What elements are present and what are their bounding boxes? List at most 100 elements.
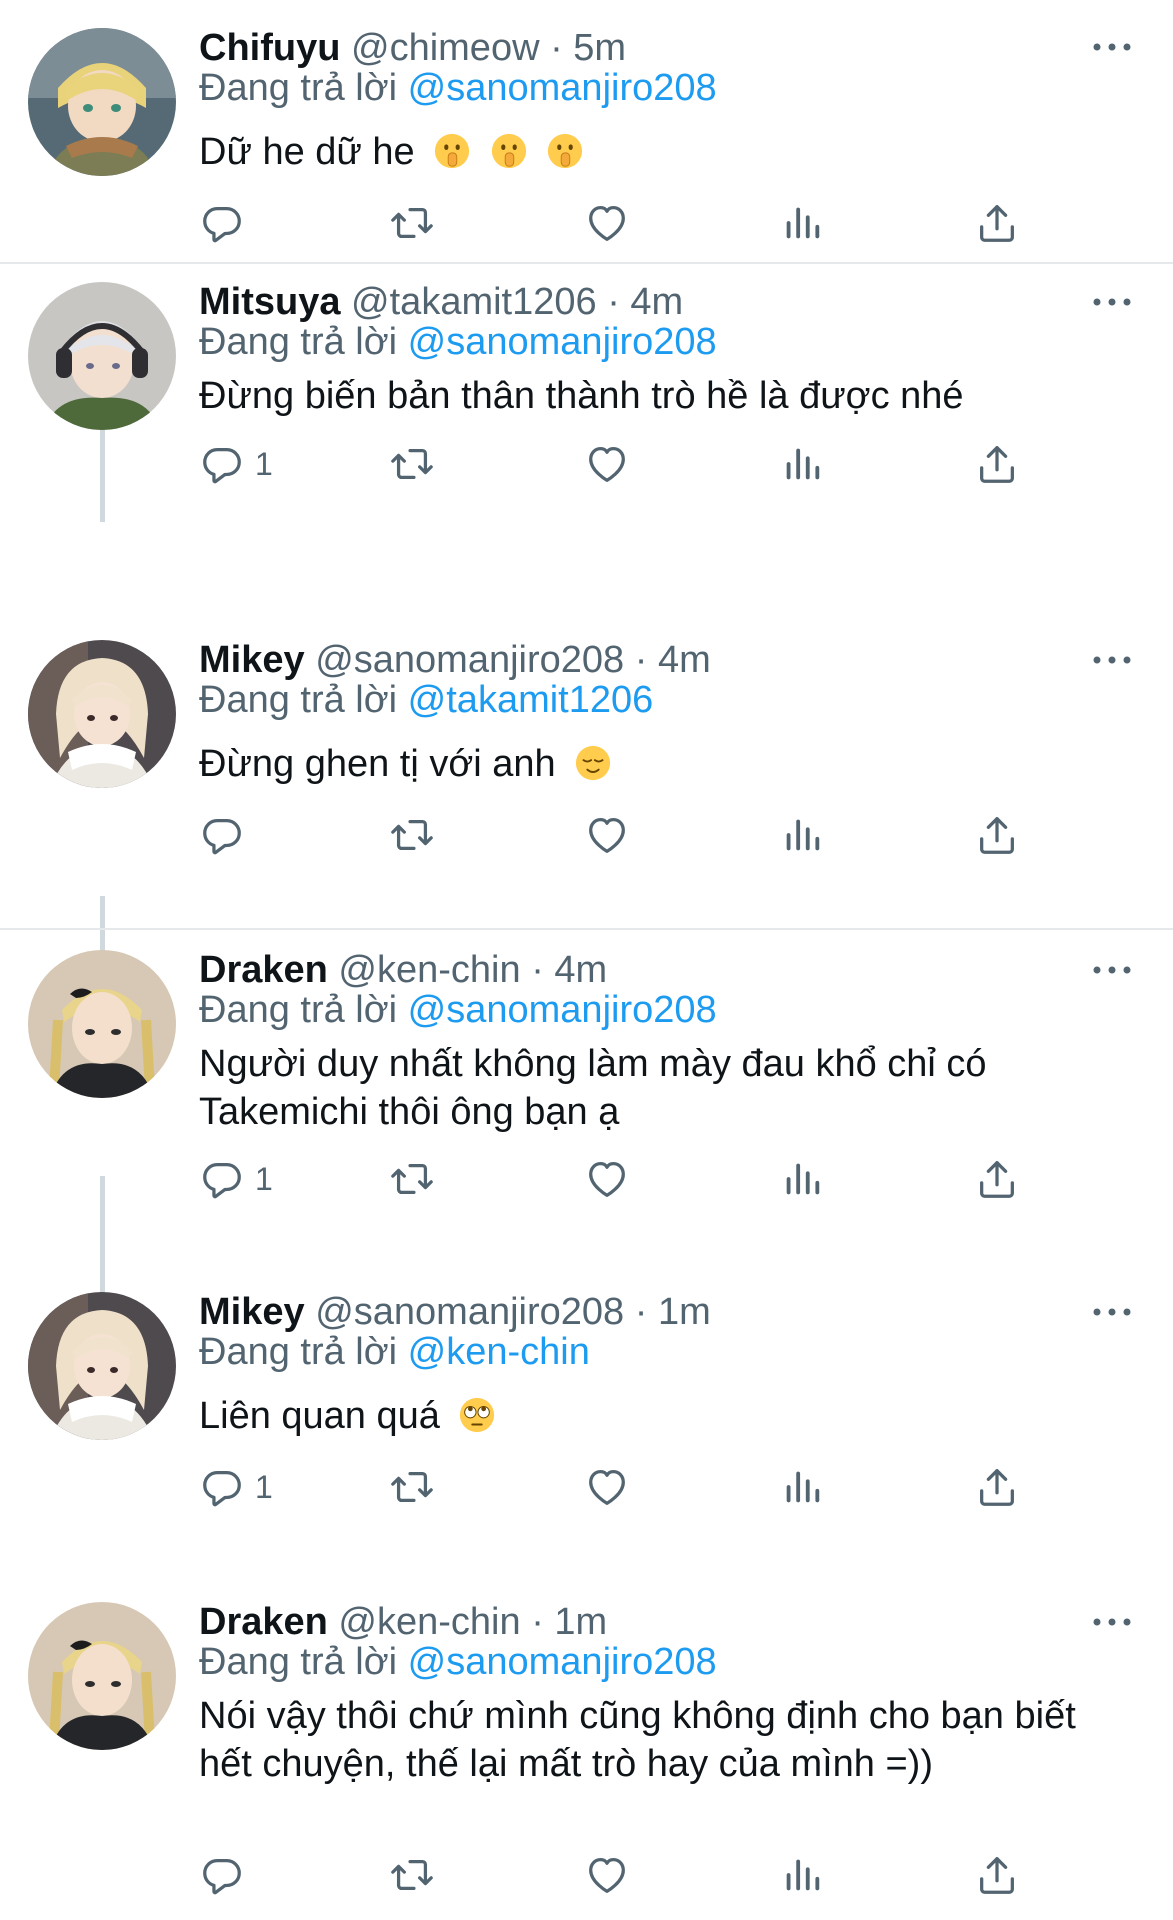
reply-button[interactable] <box>199 196 255 250</box>
tweet[interactable]: Chifuyu @chimeow · 5m Đang trả lời @sano… <box>0 0 1173 262</box>
views-button[interactable] <box>779 196 825 250</box>
tweet-text-content: Người duy nhất không làm mày đau khổ chỉ… <box>199 1043 987 1133</box>
retweet-button[interactable] <box>389 808 435 862</box>
more-options-icon[interactable] <box>1090 37 1134 57</box>
share-button[interactable] <box>974 1460 1020 1514</box>
avatar-braid-tattoo-icon <box>28 950 176 1098</box>
more-options-icon[interactable] <box>1090 1612 1134 1632</box>
share-button[interactable] <box>974 196 1020 250</box>
reply-context: Đang trả lời @ken-chin <box>199 1329 590 1375</box>
heart-icon <box>584 812 630 858</box>
display-name[interactable]: Draken <box>199 949 328 991</box>
retweet-icon <box>389 441 435 487</box>
shushing-face-icon <box>433 132 471 170</box>
reply-mention[interactable]: @sanomanjiro208 <box>408 1641 717 1683</box>
like-button[interactable] <box>584 808 630 862</box>
bar-chart-icon <box>779 812 825 858</box>
tweet[interactable]: Mikey @sanomanjiro208 · 4m Đang trả lời … <box>0 502 1173 762</box>
like-button[interactable] <box>584 437 630 491</box>
reply-button[interactable]: 1 <box>199 1460 273 1514</box>
separator-dot: · <box>634 1291 648 1333</box>
share-button[interactable] <box>974 437 1020 491</box>
share-button[interactable] <box>974 1152 1020 1206</box>
timestamp[interactable]: 4m <box>630 281 683 323</box>
tweet-text-content: Đừng biến bản thân thành trò hề là được … <box>199 375 964 417</box>
reply-count: 1 <box>255 1160 273 1197</box>
reply-button[interactable]: 1 <box>199 1152 273 1206</box>
display-name[interactable]: Draken <box>199 1601 328 1643</box>
share-button[interactable] <box>974 808 1020 862</box>
display-name[interactable]: Chifuyu <box>199 27 340 69</box>
user-handle[interactable]: @sanomanjiro208 <box>315 639 624 681</box>
reply-button[interactable]: 1 <box>199 437 273 491</box>
reply-mention[interactable]: @sanomanjiro208 <box>408 321 717 363</box>
tweet-text: Nói vậy thôi chứ mình cũng không định ch… <box>199 1692 1099 1788</box>
avatar[interactable] <box>28 1292 176 1440</box>
heart-icon <box>584 1852 630 1898</box>
retweet-button[interactable] <box>389 1848 435 1902</box>
reply-button[interactable] <box>199 808 255 862</box>
timestamp[interactable]: 4m <box>554 949 607 991</box>
timestamp[interactable]: 5m <box>573 27 626 69</box>
share-button[interactable] <box>974 1848 1020 1902</box>
action-bar <box>199 808 1029 862</box>
tweet[interactable]: Draken @ken-chin · 1m Đang trả lời @sano… <box>0 1601 1173 1920</box>
tweet[interactable]: Mitsuya @takamit1206 · 4m Đang trả lời @… <box>0 262 1173 502</box>
reply-mention[interactable]: @ken-chin <box>408 1331 590 1373</box>
retweet-button[interactable] <box>389 437 435 491</box>
user-handle[interactable]: @ken-chin <box>338 949 520 991</box>
user-handle[interactable]: @chimeow <box>351 27 540 69</box>
avatar[interactable] <box>28 640 176 788</box>
avatar[interactable] <box>28 282 176 430</box>
user-handle[interactable]: @sanomanjiro208 <box>315 1291 624 1333</box>
user-handle[interactable]: @takamit1206 <box>351 281 597 323</box>
reply-mention[interactable]: @sanomanjiro208 <box>408 989 717 1031</box>
like-button[interactable] <box>584 196 630 250</box>
like-button[interactable] <box>584 1848 630 1902</box>
shushing-face-icon <box>546 132 584 170</box>
avatar[interactable] <box>28 1602 176 1750</box>
retweet-button[interactable] <box>389 1460 435 1514</box>
avatar[interactable] <box>28 28 176 176</box>
avatar[interactable] <box>28 950 176 1098</box>
heart-icon <box>584 1464 630 1510</box>
more-options-icon[interactable] <box>1090 650 1134 670</box>
separator-dot: · <box>531 949 544 991</box>
bar-chart-icon <box>779 1464 825 1510</box>
tweet-text: Đừng ghen tị với anh <box>199 740 1099 788</box>
retweet-button[interactable] <box>389 196 435 250</box>
timestamp[interactable]: 1m <box>554 1601 607 1643</box>
views-button[interactable] <box>779 437 825 491</box>
reply-button[interactable] <box>199 1848 255 1902</box>
timestamp[interactable]: 4m <box>658 639 711 681</box>
views-button[interactable] <box>779 808 825 862</box>
views-button[interactable] <box>779 1848 825 1902</box>
user-handle[interactable]: @ken-chin <box>338 1601 520 1643</box>
action-bar <box>199 1848 1029 1902</box>
display-name[interactable]: Mikey <box>199 639 305 681</box>
display-name[interactable]: Mitsuya <box>199 281 340 323</box>
views-button[interactable] <box>779 1152 825 1206</box>
reply-context: Đang trả lời @sanomanjiro208 <box>199 987 717 1033</box>
tweet[interactable]: Mikey @sanomanjiro208 · 1m Đang trả lời … <box>0 1291 1173 1562</box>
tweet-text-content: Dữ he dữ he <box>199 131 415 173</box>
more-options-icon[interactable] <box>1090 960 1134 980</box>
reply-mention[interactable]: @sanomanjiro208 <box>408 67 717 109</box>
like-button[interactable] <box>584 1460 630 1514</box>
tweet[interactable]: Draken @ken-chin · 4m Đang trả lời @sano… <box>0 930 1173 1230</box>
retweet-button[interactable] <box>389 1152 435 1206</box>
face-with-rolling-eyes-icon <box>458 1396 496 1434</box>
more-options-icon[interactable] <box>1090 1302 1134 1322</box>
avatar-blonde-green-eyes-icon <box>28 28 176 176</box>
like-button[interactable] <box>584 1152 630 1206</box>
avatar-blonde-white-scarf-icon <box>28 640 176 788</box>
display-name[interactable]: Mikey <box>199 1291 305 1333</box>
separator-dot: · <box>634 639 648 681</box>
views-button[interactable] <box>779 1460 825 1514</box>
reply-mention[interactable]: @takamit1206 <box>408 679 654 721</box>
reply-prefix: Đang trả lời <box>199 679 398 721</box>
reply-icon <box>199 1156 245 1202</box>
more-options-icon[interactable] <box>1090 292 1134 312</box>
reply-icon <box>199 1852 245 1898</box>
timestamp[interactable]: 1m <box>658 1291 711 1333</box>
